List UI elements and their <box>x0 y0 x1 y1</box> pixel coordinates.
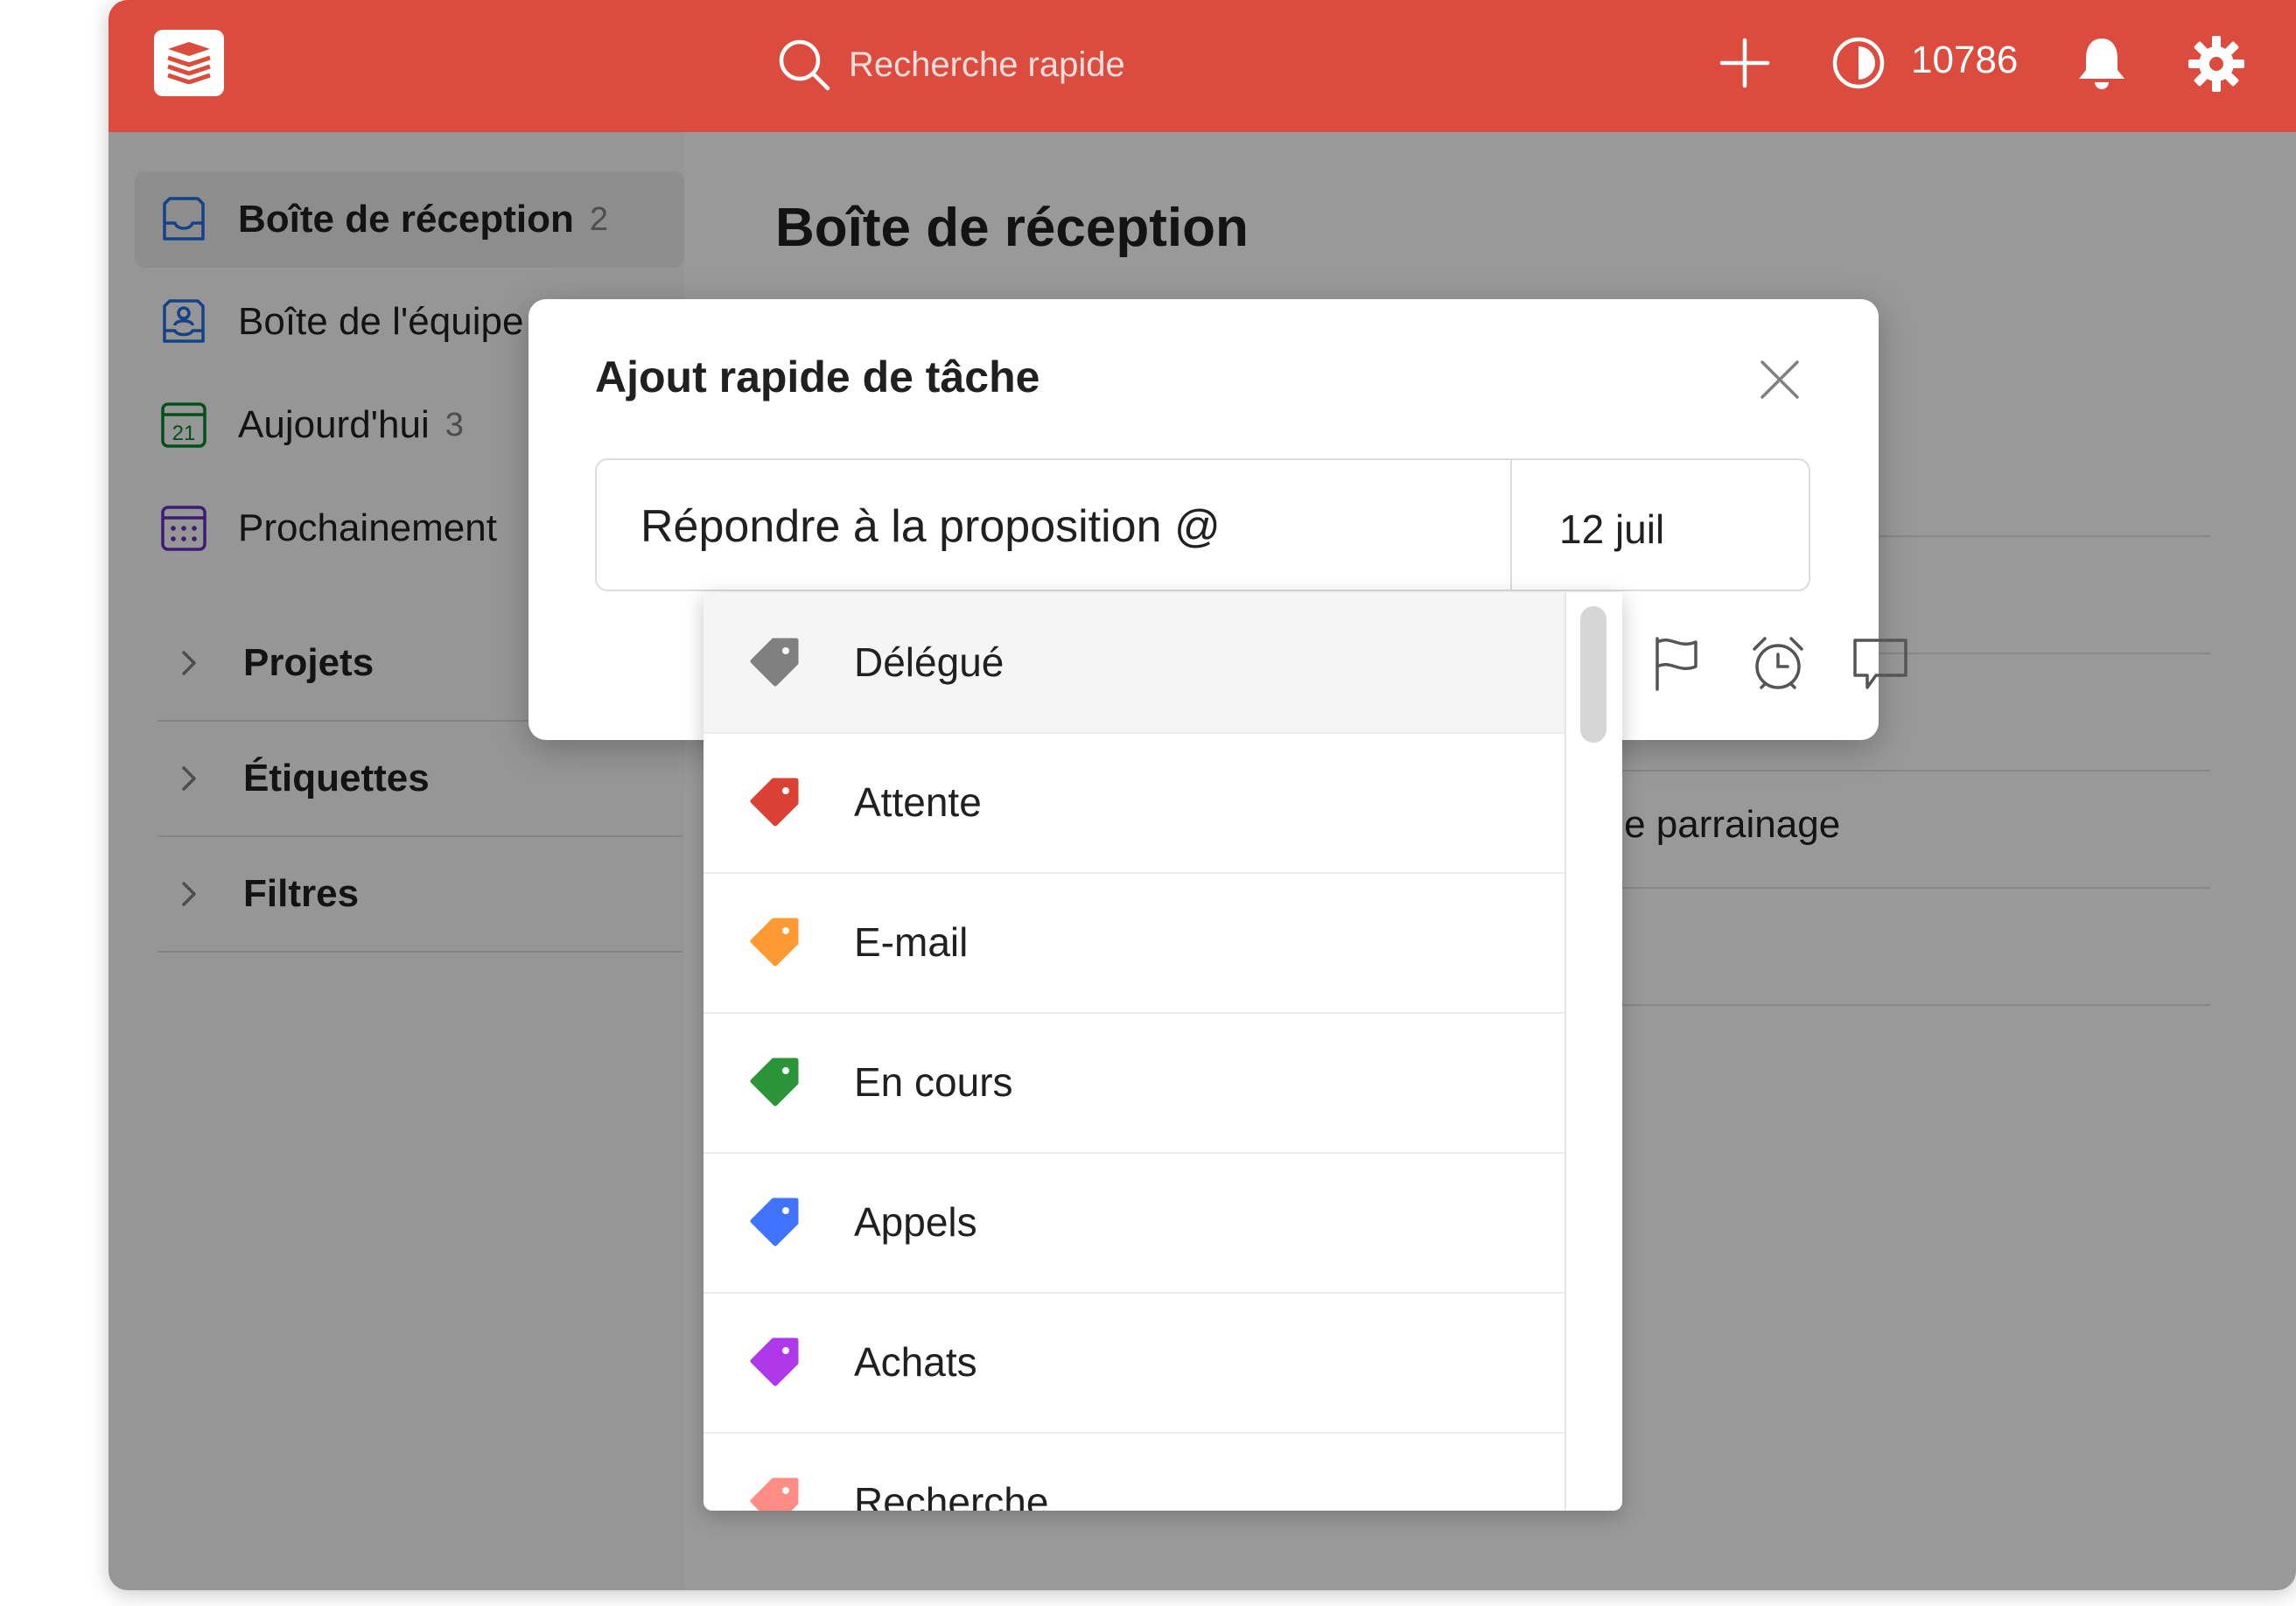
search-placeholder: Recherche rapide <box>849 45 1125 84</box>
label-option-text: Recherche <box>854 1479 1049 1511</box>
input-divider <box>1510 460 1512 590</box>
comment-icon[interactable] <box>1850 633 1911 695</box>
label-tag-icon <box>750 638 799 687</box>
label-option[interactable]: Achats <box>704 1292 1564 1434</box>
search-icon <box>779 39 830 91</box>
label-option[interactable]: E-mail <box>704 872 1564 1014</box>
alarm-icon[interactable] <box>1747 633 1809 695</box>
label-option-text: En cours <box>854 1059 1013 1105</box>
modal-title: Ajout rapide de tâche <box>595 353 1040 402</box>
plus-icon[interactable] <box>1717 35 1773 91</box>
label-tag-icon <box>750 1337 799 1386</box>
label-option[interactable]: En cours <box>704 1012 1564 1154</box>
due-date-button[interactable]: 12 juil <box>1559 506 1664 553</box>
gear-icon[interactable] <box>2188 35 2245 93</box>
label-option-text: Appels <box>854 1199 977 1245</box>
label-option[interactable]: Appels <box>704 1152 1564 1294</box>
flag-icon[interactable] <box>1645 633 1706 695</box>
label-tag-icon <box>750 1198 799 1246</box>
label-option-text: Délégué <box>854 639 1004 685</box>
dropdown-scroll-track <box>1564 592 1566 1511</box>
task-name-input[interactable]: Répondre à la proposition @ 12 juil <box>595 458 1810 591</box>
quick-search[interactable]: Recherche rapide <box>775 31 1300 98</box>
label-tag-icon <box>750 778 799 827</box>
app-window: Recherche rapide 10786 Boîte de réceptio… <box>108 0 2296 1590</box>
dropdown-scrollbar[interactable] <box>1580 606 1606 743</box>
bell-icon[interactable] <box>2074 35 2130 93</box>
label-option[interactable]: Attente <box>704 732 1564 874</box>
label-tag-icon <box>750 1477 799 1511</box>
label-tag-icon <box>750 918 799 967</box>
label-tag-icon <box>750 1058 799 1107</box>
task-name-value: Répondre à la proposition @ <box>640 501 1221 552</box>
label-option-text: Attente <box>854 779 982 825</box>
label-option[interactable]: Délégué <box>704 592 1564 734</box>
close-icon[interactable] <box>1754 353 1806 406</box>
karma-count[interactable]: 10786 <box>1911 38 2018 82</box>
label-option-text: E-mail <box>854 919 969 965</box>
label-suggestion-dropdown: Délégué Attente E-mail En cours Appels A… <box>704 592 1622 1511</box>
todoist-logo-icon[interactable] <box>154 30 224 96</box>
label-option[interactable]: Recherche <box>704 1432 1564 1511</box>
top-bar: Recherche rapide 10786 <box>108 0 2296 132</box>
karma-icon[interactable] <box>1830 35 1886 91</box>
label-option-text: Achats <box>854 1339 977 1385</box>
